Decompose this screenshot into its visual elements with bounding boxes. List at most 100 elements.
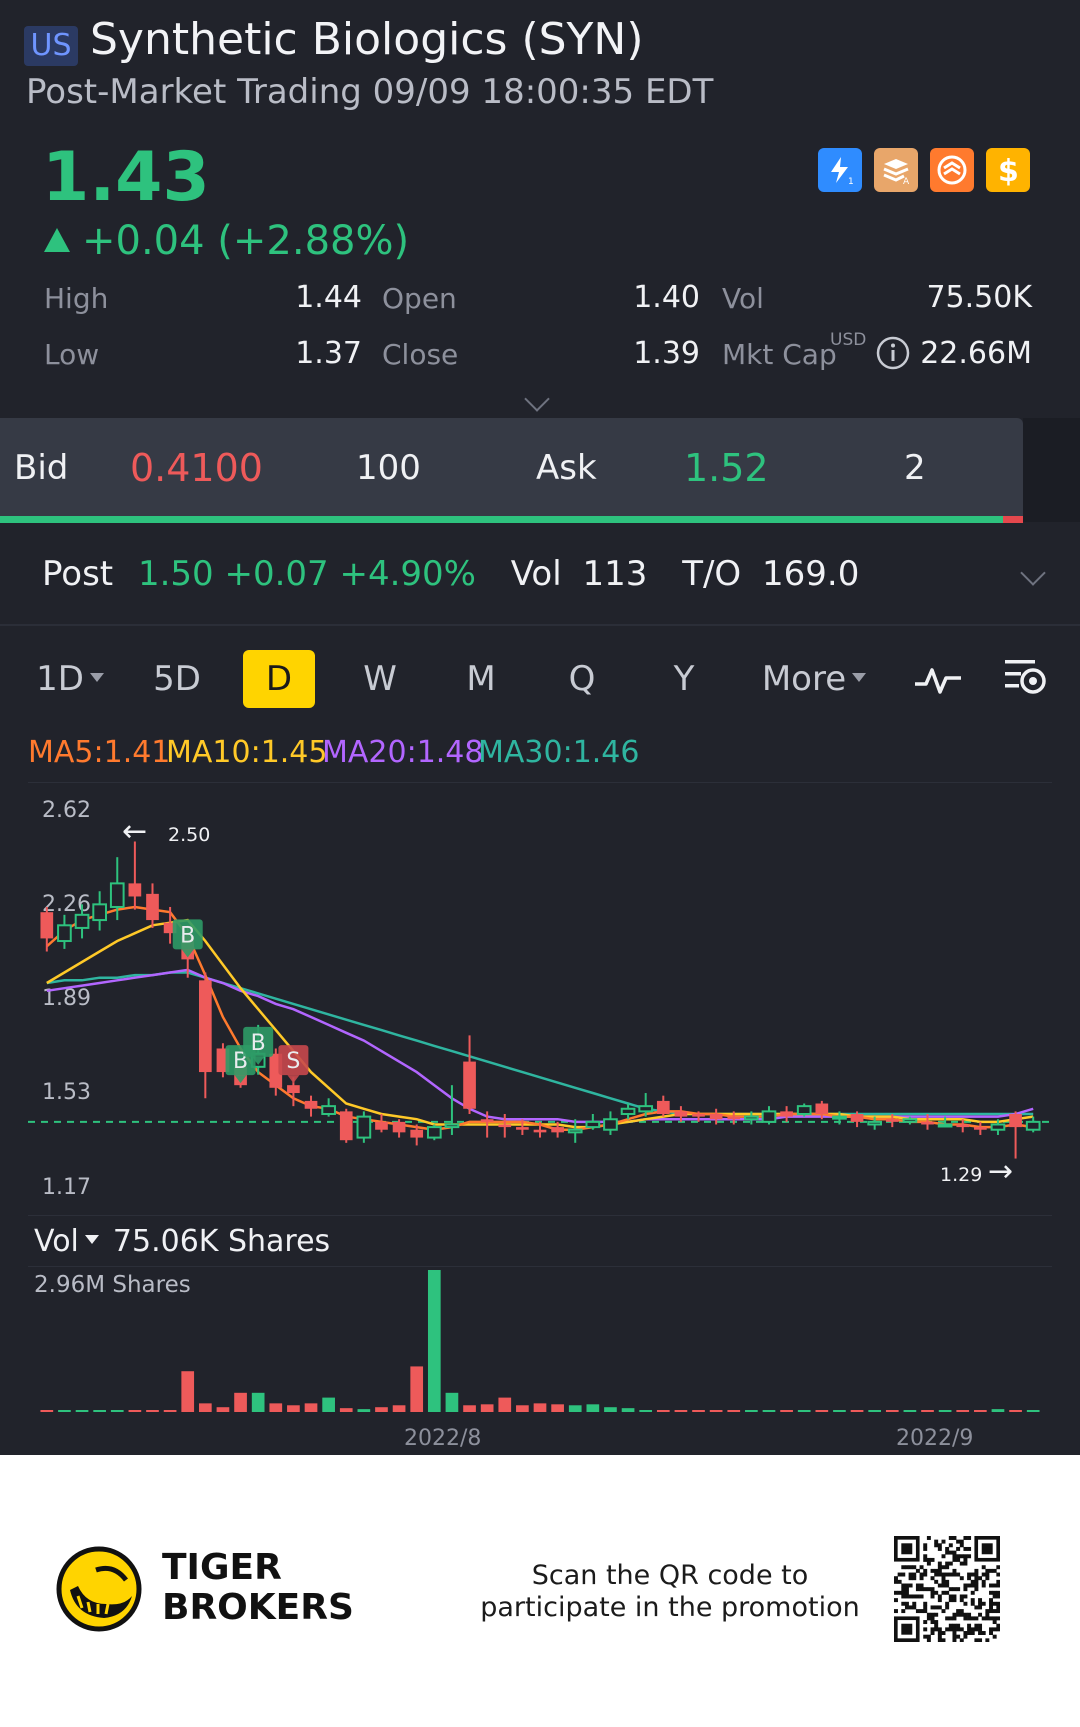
- ma20-legend: MA20:1.48: [322, 735, 484, 770]
- qr-module: [930, 1620, 935, 1625]
- qr-module: [967, 1546, 972, 1551]
- candle-body: [585, 1120, 601, 1129]
- tab-q[interactable]: Q: [546, 650, 618, 708]
- volume-bar: [604, 1407, 617, 1412]
- stack-a-icon[interactable]: A: [874, 148, 918, 192]
- post-vol-value: 113: [582, 554, 648, 594]
- qr-module: [948, 1536, 953, 1540]
- candlestick-chart[interactable]: BBBS: [0, 770, 1080, 1420]
- qr-module: [989, 1598, 993, 1603]
- qr-module: [985, 1609, 990, 1614]
- qr-module: [952, 1550, 957, 1555]
- trade-marker-label: S: [286, 1049, 300, 1074]
- qr-module: [915, 1587, 920, 1592]
- qr-module: [952, 1627, 957, 1632]
- tab-more[interactable]: More: [758, 650, 870, 708]
- volume-bar: [815, 1410, 829, 1412]
- volume-header[interactable]: Vol 75.06K Shares: [34, 1224, 330, 1259]
- qr-module: [937, 1638, 942, 1642]
- volume-bar: [516, 1405, 529, 1412]
- qr-module: [901, 1609, 906, 1614]
- volume-bar: [40, 1410, 54, 1412]
- tab-d[interactable]: D: [243, 650, 315, 708]
- candle-body: [709, 1114, 723, 1120]
- qr-module: [952, 1623, 957, 1628]
- candle-body: [410, 1129, 424, 1138]
- qr-module: [923, 1557, 928, 1562]
- qr-module: [926, 1616, 931, 1621]
- qr-module: [967, 1583, 972, 1588]
- expand-stats-chevron-icon[interactable]: [524, 386, 550, 412]
- qr-module: [974, 1627, 979, 1632]
- post-expand-chevron-icon[interactable]: [1020, 560, 1046, 586]
- qr-module: [981, 1543, 993, 1555]
- qr-module: [904, 1601, 909, 1606]
- qr-module: [937, 1594, 942, 1599]
- qr-module: [926, 1612, 931, 1617]
- qr-module: [930, 1557, 935, 1562]
- qr-module: [930, 1627, 935, 1632]
- qr-module: [996, 1616, 1000, 1621]
- qr-module: [981, 1579, 986, 1584]
- qr-code[interactable]: [894, 1536, 1000, 1642]
- qr-module: [981, 1565, 986, 1570]
- qr-module: [908, 1576, 913, 1581]
- qr-module: [948, 1572, 953, 1577]
- tab-m[interactable]: M: [445, 650, 517, 708]
- candle-body: [304, 1100, 318, 1109]
- candle-body: [198, 980, 212, 1073]
- bid-size: 100: [356, 448, 421, 488]
- qr-module: [985, 1568, 990, 1573]
- qr-module: [923, 1543, 928, 1548]
- volume-bar: [198, 1403, 212, 1412]
- qr-module: [992, 1616, 997, 1621]
- volume-bar: [128, 1410, 142, 1412]
- qr-module: [937, 1568, 942, 1573]
- ask-size: 2: [904, 448, 926, 488]
- volume-bar: [621, 1408, 635, 1412]
- candle-body: [990, 1123, 1006, 1131]
- qr-module: [963, 1594, 968, 1599]
- qr-module: [959, 1576, 964, 1581]
- ask-price: 1.52: [684, 446, 769, 490]
- qr-module: [945, 1583, 950, 1588]
- qr-module: [912, 1572, 917, 1577]
- dollar-icon[interactable]: $: [986, 148, 1030, 192]
- volume-bar: [445, 1392, 459, 1412]
- qr-module: [894, 1579, 898, 1584]
- volume-bar: [1026, 1410, 1040, 1412]
- lightning-level1-icon[interactable]: 1: [818, 148, 862, 192]
- qr-module: [915, 1609, 920, 1614]
- candle-body: [692, 1114, 705, 1117]
- volume-bar: [181, 1371, 195, 1412]
- qr-module: [959, 1612, 964, 1617]
- volume-bar: [868, 1410, 882, 1412]
- qr-module: [948, 1623, 953, 1628]
- tab-w[interactable]: W: [344, 650, 416, 708]
- tab-more-label: More: [761, 659, 847, 699]
- qr-module: [908, 1583, 913, 1588]
- tab-y[interactable]: Y: [648, 650, 720, 708]
- candle-body: [146, 893, 159, 921]
- volume-bar: [745, 1410, 758, 1412]
- qr-module: [974, 1576, 979, 1581]
- tab-1d[interactable]: 1D: [30, 650, 110, 708]
- ma20-line: [46, 968, 1034, 1124]
- post-price-change: 1.50 +0.07 +4.90%: [137, 554, 476, 594]
- info-icon[interactable]: [876, 336, 910, 370]
- tab-5d[interactable]: 5D: [140, 650, 214, 708]
- qr-module: [941, 1609, 946, 1614]
- mktcap-value: 22.66M: [920, 336, 1032, 371]
- qr-module: [967, 1616, 972, 1621]
- stock-detail-screen: US Synthetic Biologics (SYN) Post-Market…: [0, 0, 1080, 1455]
- swap-icon[interactable]: [930, 148, 974, 192]
- qr-module: [937, 1598, 942, 1603]
- volume-bar: [93, 1410, 106, 1412]
- post-market-row[interactable]: Post 1.50 +0.07 +4.90% Vol 113 T/O 169.0: [42, 554, 859, 594]
- chart-settings-icon[interactable]: [1002, 654, 1048, 700]
- indicator-icon[interactable]: [912, 660, 964, 700]
- candle-body: [128, 883, 142, 897]
- mktcap-label: Mkt Cap: [722, 338, 837, 371]
- qr-module: [978, 1601, 983, 1606]
- candle-body: [375, 1121, 388, 1130]
